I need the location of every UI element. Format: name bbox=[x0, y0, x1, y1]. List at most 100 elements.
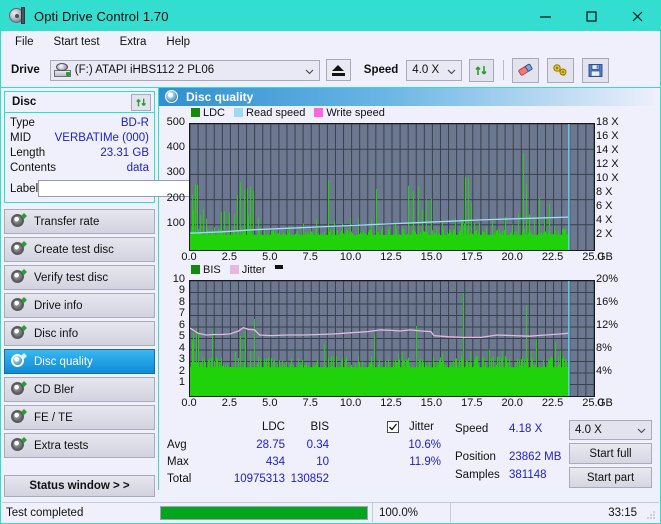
axis-tick-label: 10.0 bbox=[339, 250, 362, 263]
disc-test-icon bbox=[11, 437, 27, 453]
legend-swatch-write-speed bbox=[314, 108, 324, 118]
axis-tick-label: 1 bbox=[178, 376, 185, 389]
axis-tick-label: 16% bbox=[596, 295, 619, 308]
tools-button[interactable] bbox=[547, 57, 575, 83]
body: Disc Type BD-R MID VERBATIMe (000) Lengt… bbox=[1, 88, 660, 497]
stats-speed-select[interactable]: 4.0 X bbox=[569, 420, 652, 441]
axis-tick-label: 12.5 bbox=[380, 250, 402, 263]
axis-tick-label: 4 X bbox=[596, 213, 613, 226]
erase-button[interactable] bbox=[512, 57, 540, 83]
window-title: Opti Drive Control 1.70 bbox=[34, 8, 169, 24]
axis-tick-label: 5.0 bbox=[262, 396, 278, 409]
axis-tick-label: 10 X bbox=[596, 171, 619, 184]
axis-tick-label: 8 X bbox=[596, 185, 613, 198]
menu-bar: File Start test Extra Help bbox=[1, 31, 660, 53]
disc-refresh-button[interactable] bbox=[131, 93, 151, 111]
chevron-down-icon bbox=[305, 69, 314, 74]
axis-tick-label: 400 bbox=[166, 141, 185, 154]
drive-select[interactable]: (F:) ATAPI iHBS112 2 PL06 bbox=[49, 59, 320, 81]
axis-tick-label: 300 bbox=[166, 166, 185, 179]
sidebar-item-verify-test-disc[interactable]: Verify test disc bbox=[4, 265, 155, 290]
legend-label-read-speed: Read speed bbox=[246, 106, 306, 119]
eject-button[interactable] bbox=[325, 59, 351, 81]
axis-tick-label: 3 bbox=[178, 353, 185, 366]
disc-rows: Type BD-R MID VERBATIMe (000) Length 23.… bbox=[5, 113, 242, 202]
start-part-button[interactable]: Start part bbox=[569, 467, 652, 489]
sidebar-item-disc-quality[interactable]: Disc quality bbox=[4, 349, 155, 374]
axis-tick-label: 0.0 bbox=[181, 396, 197, 409]
axis-tick-label: 6 bbox=[178, 318, 185, 331]
main-header: Disc quality bbox=[159, 88, 660, 106]
status-window-button[interactable]: Status window > > bbox=[4, 475, 155, 497]
axis-tick-label: 14 X bbox=[596, 143, 619, 156]
axis-tick-label: 22.5 bbox=[541, 396, 564, 409]
sidebar-item-extra-tests[interactable]: Extra tests bbox=[4, 433, 155, 458]
page-title: Disc quality bbox=[186, 89, 254, 104]
stats-panel: LDC BIS Jitter Avg Max Total 28.75 434 1… bbox=[159, 417, 660, 490]
disc-row-contents-value: data bbox=[126, 162, 149, 174]
disc-row-type-value: BD-R bbox=[120, 117, 149, 129]
sidebar-item-cd-bler[interactable]: CD Bler bbox=[4, 377, 155, 402]
stats-bis-total: 130852 bbox=[290, 473, 329, 486]
save-icon bbox=[588, 63, 603, 77]
axis-tick-label: 15.0 bbox=[420, 396, 443, 409]
legend-label-ldc: LDC bbox=[203, 106, 226, 119]
charts-area: LDC Read speed Write speed 100 200 300 400 5… bbox=[159, 106, 660, 417]
sidebar-item-transfer-rate[interactable]: Transfer rate bbox=[4, 209, 155, 234]
save-button[interactable] bbox=[582, 57, 610, 83]
menu-start-test[interactable]: Start test bbox=[49, 34, 109, 51]
sidebar-item-drive-info[interactable]: Drive info bbox=[4, 293, 155, 318]
start-full-button[interactable]: Start full bbox=[569, 443, 652, 465]
disc-row-contents: Contents data bbox=[10, 161, 149, 176]
chevron-down-icon bbox=[447, 69, 456, 74]
menu-extra[interactable]: Extra bbox=[115, 34, 156, 51]
axis-tick-label: 9 bbox=[178, 284, 185, 297]
axis-tick-label: 20% bbox=[596, 272, 619, 285]
sidebar-item-label: FE / TE bbox=[34, 411, 73, 424]
stats-row-label-max: Max bbox=[167, 456, 189, 469]
refresh-icon bbox=[475, 65, 487, 75]
sidebar-item-create-test-disc[interactable]: Create test disc bbox=[4, 237, 155, 262]
legend-swatch-jitter bbox=[229, 265, 239, 275]
speed-label: Speed bbox=[363, 64, 399, 76]
disc-test-icon bbox=[11, 325, 27, 341]
axis-tick-label: 2.5 bbox=[221, 396, 238, 409]
sidebar-item-label: Disc quality bbox=[34, 355, 93, 368]
axis-tick-label: 5 bbox=[178, 330, 185, 343]
chart-canvas bbox=[190, 280, 594, 396]
sidebar-item-label: Extra tests bbox=[34, 439, 89, 452]
axis-tick-label: 200 bbox=[166, 191, 185, 204]
close-button[interactable] bbox=[614, 1, 660, 31]
disc-row-length-value: 23.31 GB bbox=[100, 147, 149, 159]
axis-tick-label: 10 bbox=[172, 272, 185, 285]
disc-quality-icon bbox=[165, 90, 178, 104]
eraser-icon bbox=[518, 63, 533, 76]
jitter-checkbox[interactable] bbox=[387, 421, 399, 434]
sidebar-item-disc-info[interactable]: Disc info bbox=[4, 321, 155, 346]
chart-1-plot[interactable] bbox=[189, 122, 595, 251]
menu-file[interactable]: File bbox=[10, 34, 43, 51]
disc-row-length-key: Length bbox=[10, 147, 46, 159]
resize-grip-icon[interactable] bbox=[646, 510, 656, 520]
stats-position-label: Position bbox=[455, 451, 496, 464]
refresh-button[interactable] bbox=[469, 58, 495, 82]
axis-tick-label: 5.0 bbox=[262, 250, 278, 263]
status-bar: Test completed 100.0% 33:15 bbox=[2, 502, 659, 522]
stats-bis-max: 10 bbox=[316, 456, 329, 469]
axis-tick-label: 18 X bbox=[596, 115, 619, 128]
sidebar-item-fe-te[interactable]: FE / TE bbox=[4, 405, 155, 430]
maximize-button[interactable] bbox=[568, 1, 614, 31]
menu-help[interactable]: Help bbox=[161, 34, 199, 51]
stats-header-bis: BIS bbox=[310, 421, 329, 434]
stats-ldc-total: 10975313 bbox=[233, 473, 285, 486]
chart-1-legend: LDC Read speed Write speed bbox=[191, 107, 390, 119]
sidebar-item-label: Transfer rate bbox=[34, 215, 100, 228]
minimize-button[interactable] bbox=[522, 1, 568, 31]
sidebar-item-label: Disc info bbox=[34, 327, 79, 340]
axis-tick-label: 8% bbox=[596, 341, 612, 354]
chart-2-plot[interactable] bbox=[189, 279, 595, 397]
disc-row-contents-key: Contents bbox=[10, 162, 57, 174]
disc-row-length: Length 23.31 GB bbox=[10, 146, 149, 161]
speed-select[interactable]: 4.0 X bbox=[406, 59, 463, 81]
disc-info-panel: Disc Type BD-R MID VERBATIMe (000) Lengt… bbox=[4, 91, 242, 203]
